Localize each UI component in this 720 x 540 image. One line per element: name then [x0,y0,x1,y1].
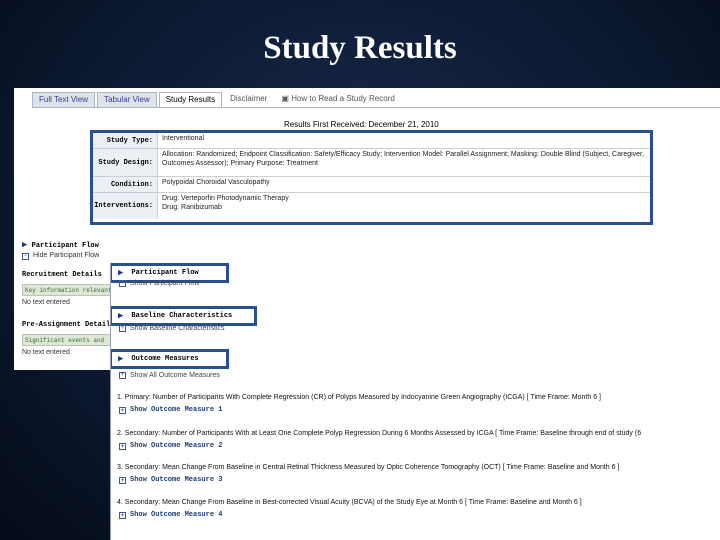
recruitment-details-label: Recruitment Details [22,271,102,279]
plus-box-icon: + [119,372,126,379]
participant-flow-label: Participant Flow [31,242,99,250]
plus-box-icon: + [119,511,126,519]
table-row: Study Design: Allocation: Randomized; En… [93,149,650,177]
preassignment-details-box: Significant events and [22,334,114,346]
triangle-right-icon: ▶ [118,268,124,278]
minus-box-icon: − [22,253,29,260]
row-label: Study Type: [93,133,158,148]
show-outcome-measure-3-link[interactable]: + Show Outcome Measure 3 [119,476,222,484]
outcome-measure-1: 1. Primary: Number of Participants With … [117,394,601,401]
tab-study-results[interactable]: Study Results [158,92,223,108]
how-to-read-label: How to Read a Study Record [291,94,395,103]
section-header-label: Outcome Measures [131,355,199,363]
tab-full-text-view[interactable]: Full Text View [32,92,96,108]
triangle-right-icon: ▶ [118,354,124,364]
no-text-entered: No text entered [22,349,70,356]
show-baseline-characteristics-link[interactable]: + Show Baseline Characteristics [119,325,225,332]
row-value: Drug: Verteporfin Photodynamic Therapy D… [162,195,289,211]
outcome-measure-2: 2. Secondary: Number of Participants Wit… [117,430,642,437]
tab-divider [32,107,720,108]
show-participant-flow-link[interactable]: + Show Participant Flow [119,280,199,287]
table-row: Condition: Polypoidal Choroidal Vasculop… [93,177,650,193]
show-link-label: Show Baseline Characteristics [130,325,225,332]
table-row: Interventions: Drug: Verteporfin Photody… [93,193,650,219]
participant-flow-header[interactable]: ▶ Participant Flow [22,240,99,250]
hide-participant-flow-label: Hide Participant Flow [33,252,100,259]
recruitment-details-box: Key information relevant [22,284,114,296]
baseline-characteristics-section-header[interactable]: ▶ Baseline Characteristics [111,306,257,326]
slide-title: Study Results [263,30,457,66]
outcome-measure-4: 4. Secondary: Mean Change From Baseline … [117,499,582,506]
view-tabs: Full Text View Tabular View Study Result… [32,92,403,108]
plus-box-icon: + [119,476,126,484]
triangle-right-icon: ▶ [22,240,28,250]
no-text-entered: No text entered [22,299,70,306]
show-link-label: Show Outcome Measure 3 [130,476,223,484]
triangle-right-icon: ▶ [118,311,124,321]
show-link-label: Show All Outcome Measures [130,372,220,379]
row-label: Condition: [93,177,158,192]
preassignment-details-label: Pre-Assignment Details [22,321,115,329]
results-first-received: Results First Received: December 21, 201… [284,120,439,129]
row-label: Study Design: [93,149,158,176]
study-info-table: Study Type: Interventional Study Design:… [90,130,653,225]
show-link-label: Show Participant Flow [130,280,200,287]
show-outcome-measure-4-link[interactable]: + Show Outcome Measure 4 [119,511,222,519]
show-link-label: Show Outcome Measure 1 [130,406,223,414]
show-link-label: Show Outcome Measure 4 [130,511,223,519]
show-outcome-measure-2-link[interactable]: + Show Outcome Measure 2 [119,442,222,450]
tab-tabular-view[interactable]: Tabular View [97,92,157,108]
info-icon: ▣ [281,94,292,103]
show-link-label: Show Outcome Measure 2 [130,442,223,450]
show-outcome-measure-1-link[interactable]: + Show Outcome Measure 1 [119,406,222,414]
plus-box-icon: + [119,442,126,450]
row-value: Interventional [162,135,205,142]
plus-box-icon: + [119,325,126,332]
results-sections-screenshot: ▶ Participant Flow + Show Participant Flo… [110,263,720,540]
hide-participant-flow-link[interactable]: − Hide Participant Flow [22,252,99,260]
plus-box-icon: + [119,406,126,414]
section-header-label: Baseline Characteristics [131,312,233,320]
show-all-outcome-measures-link[interactable]: + Show All Outcome Measures [119,372,220,379]
row-value: Polypoidal Choroidal Vasculopathy [162,179,270,186]
tab-how-to-read[interactable]: ▣ How to Read a Study Record [275,92,400,108]
outcome-measures-section-header[interactable]: ▶ Outcome Measures [111,349,229,369]
section-header-label: Participant Flow [131,269,199,277]
tab-disclaimer[interactable]: Disclaimer [224,92,273,108]
row-label: Interventions: [93,193,158,219]
outcome-measure-3: 3. Secondary: Mean Change From Baseline … [117,464,620,471]
plus-box-icon: + [119,280,126,287]
table-row: Study Type: Interventional [93,133,650,149]
row-value: Allocation: Randomized; Endpoint Classif… [162,151,644,167]
